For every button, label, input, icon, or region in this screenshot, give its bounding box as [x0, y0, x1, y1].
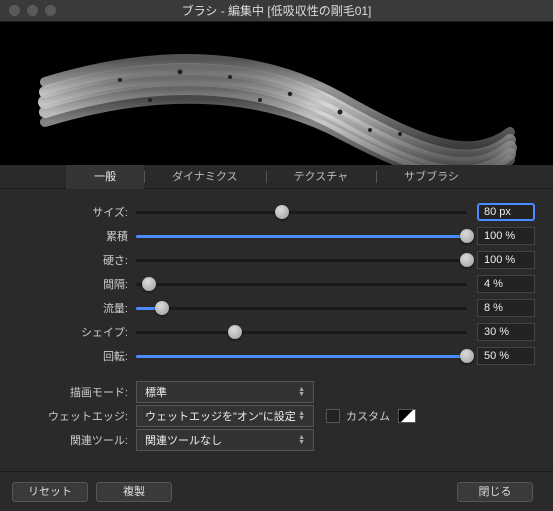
shape-input[interactable]: 30 %: [477, 323, 535, 341]
footer: リセット 複製 閉じる: [0, 471, 553, 511]
hardness-slider[interactable]: [136, 251, 467, 269]
custom-checkbox[interactable]: [326, 409, 340, 423]
rotation-slider[interactable]: [136, 347, 467, 365]
reset-button[interactable]: リセット: [12, 482, 88, 502]
tab-bar: 一般 ダイナミクス テクスチャ サブブラシ: [0, 165, 553, 189]
panel-general: サイズ: 80 px 累積 100 % 硬さ: 100 % 間隔: 4 % 流量…: [0, 189, 553, 449]
custom-label: カスタム: [346, 408, 390, 424]
accum-label: 累積: [18, 228, 136, 244]
spacing-slider[interactable]: [136, 275, 467, 293]
spacing-label: 間隔:: [18, 276, 136, 292]
close-window-icon[interactable]: [9, 5, 20, 16]
spacing-input[interactable]: 4 %: [477, 275, 535, 293]
tool-select[interactable]: 関連ツールなし ▲▼: [136, 429, 314, 451]
tab-texture[interactable]: テクスチャ: [266, 165, 377, 189]
duplicate-button[interactable]: 複製: [96, 482, 172, 502]
rotation-input[interactable]: 50 %: [477, 347, 535, 365]
wetedge-value: ウェットエッジを"オン"に設定: [145, 408, 296, 424]
accum-input[interactable]: 100 %: [477, 227, 535, 245]
drawmode-select[interactable]: 標準 ▲▼: [136, 381, 314, 403]
window-controls: [0, 5, 56, 16]
flow-label: 流量:: [18, 300, 136, 316]
brush-preview: [0, 22, 553, 165]
close-button[interactable]: 閉じる: [457, 482, 533, 502]
drawmode-value: 標準: [145, 384, 167, 400]
wetedge-label: ウェットエッジ:: [18, 408, 136, 424]
hardness-input[interactable]: 100 %: [477, 251, 535, 269]
tab-general[interactable]: 一般: [66, 165, 144, 189]
titlebar: ブラシ - 編集中 [低吸収性の剛毛01]: [0, 0, 553, 22]
shape-slider[interactable]: [136, 323, 467, 341]
window-title: ブラシ - 編集中 [低吸収性の剛毛01]: [0, 2, 553, 19]
updown-icon: ▲▼: [298, 411, 305, 421]
tab-dynamics[interactable]: ダイナミクス: [144, 165, 265, 189]
brush-stroke-icon: [0, 22, 553, 165]
hardness-label: 硬さ:: [18, 252, 136, 268]
tool-label: 関連ツール:: [18, 432, 136, 448]
wetedge-select[interactable]: ウェットエッジを"オン"に設定 ▲▼: [136, 405, 314, 427]
tool-value: 関連ツールなし: [145, 432, 222, 448]
updown-icon: ▲▼: [298, 387, 305, 397]
ramp-icon[interactable]: [398, 409, 416, 423]
flow-input[interactable]: 8 %: [477, 299, 535, 317]
rotation-label: 回転:: [18, 348, 136, 364]
drawmode-label: 描画モード:: [18, 384, 136, 400]
flow-slider[interactable]: [136, 299, 467, 317]
size-slider[interactable]: [136, 203, 467, 221]
zoom-window-icon[interactable]: [45, 5, 56, 16]
tab-subbrush[interactable]: サブブラシ: [376, 165, 487, 189]
size-input[interactable]: 80 px: [477, 203, 535, 221]
shape-label: シェイプ:: [18, 324, 136, 340]
minimize-window-icon[interactable]: [27, 5, 38, 16]
accum-slider[interactable]: [136, 227, 467, 245]
updown-icon: ▲▼: [298, 435, 305, 445]
size-label: サイズ:: [18, 204, 136, 220]
